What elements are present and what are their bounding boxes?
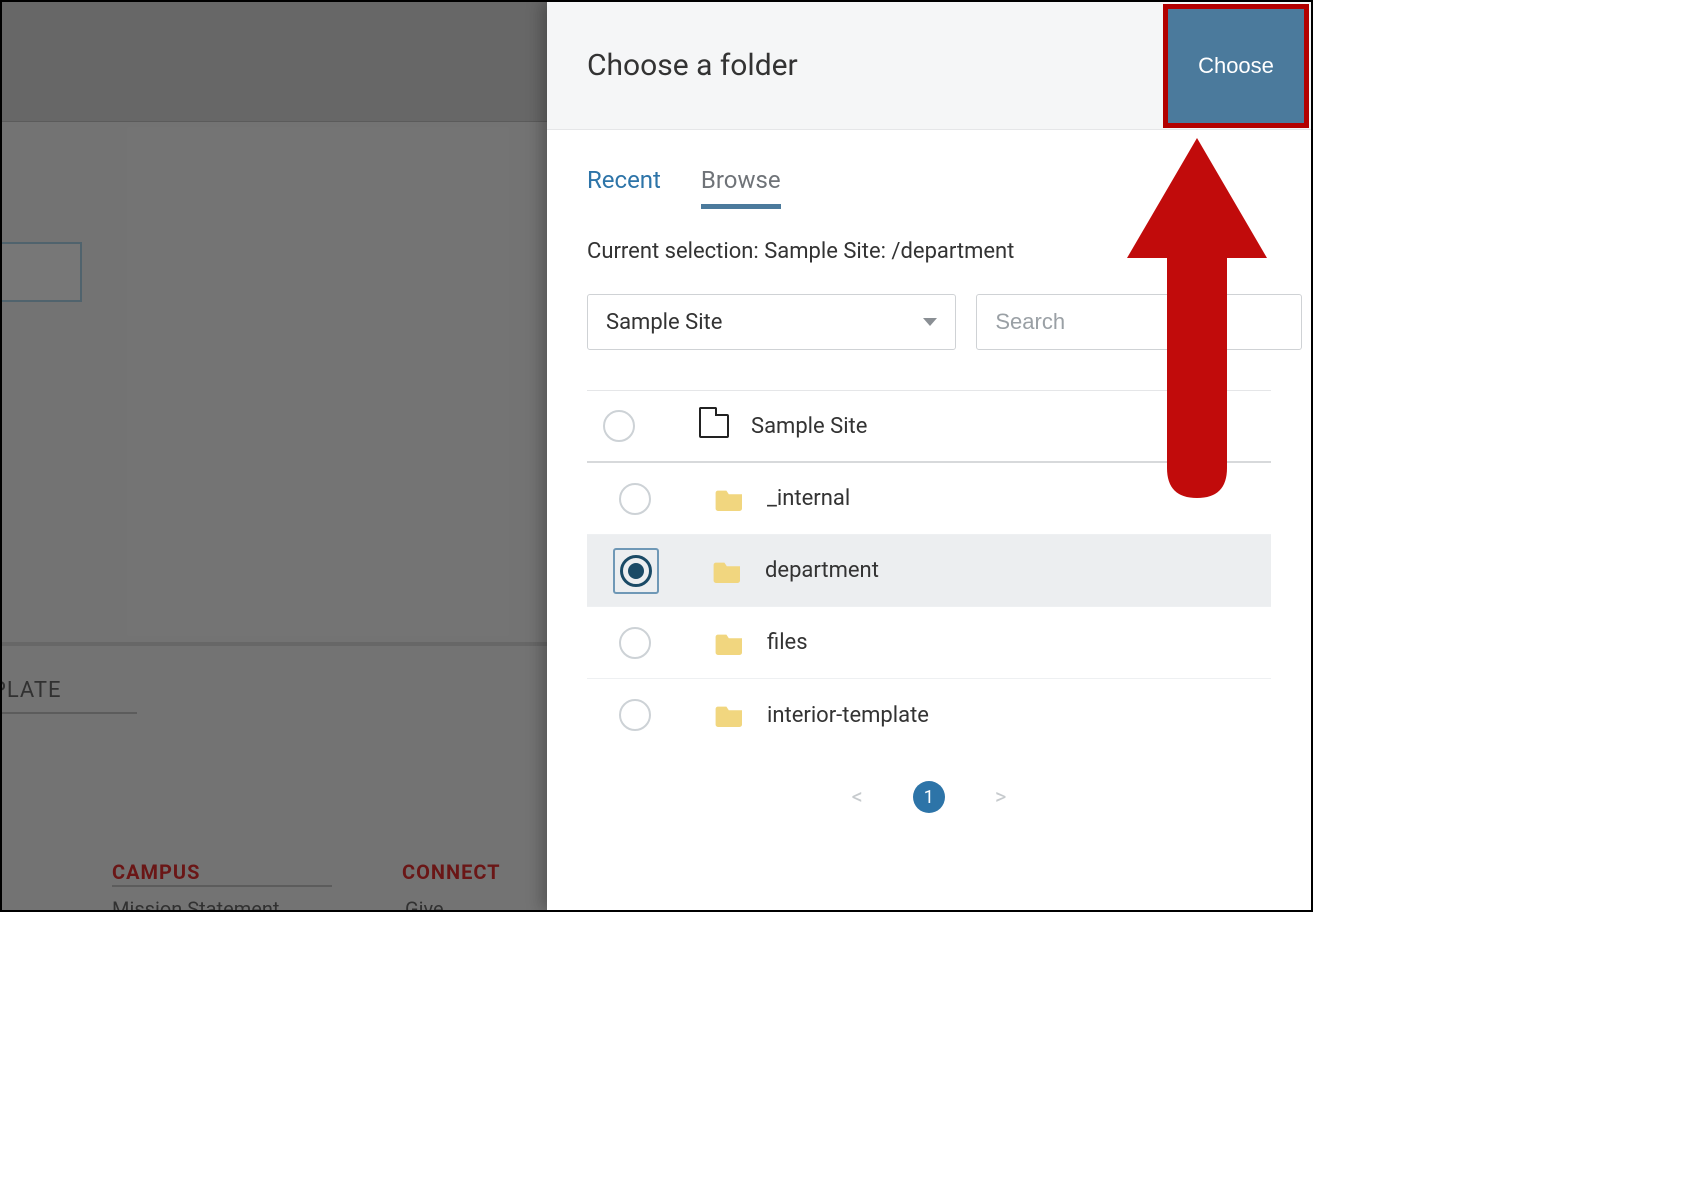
radio-unselected[interactable] <box>619 699 651 731</box>
folder-tree: Sample Site _internal department <box>587 390 1271 751</box>
folder-icon <box>715 631 745 655</box>
folder-icon <box>715 487 745 511</box>
tree-item-label: department <box>765 558 879 583</box>
pager: < 1 > <box>587 781 1271 813</box>
pager-page-1[interactable]: 1 <box>913 781 945 813</box>
tabs: Recent Browse <box>587 166 1271 209</box>
radio-selected-wrap[interactable] <box>613 548 659 594</box>
tree-item-internal[interactable]: _internal <box>587 463 1271 535</box>
site-dropdown[interactable]: Sample Site <box>587 294 956 350</box>
tab-browse[interactable]: Browse <box>701 166 781 209</box>
folder-outline-icon <box>699 414 729 438</box>
pager-next[interactable]: > <box>995 785 1007 810</box>
folder-icon <box>715 703 745 727</box>
tree-item-label: files <box>767 630 808 655</box>
chevron-down-icon <box>923 318 937 326</box>
tree-item-department[interactable]: department <box>587 535 1271 607</box>
current-selection-text: Current selection: Sample Site: /departm… <box>587 239 1271 264</box>
tree-item-label: _internal <box>767 486 850 511</box>
tab-recent[interactable]: Recent <box>587 166 661 209</box>
folder-chooser-panel: Choose a folder Cancel Choose Recent Bro… <box>547 2 1311 910</box>
folder-icon <box>713 559 743 583</box>
tree-root-label: Sample Site <box>751 414 867 439</box>
choose-button-highlight: Choose <box>1163 4 1309 128</box>
site-dropdown-value: Sample Site <box>606 310 722 335</box>
background-overlay <box>2 2 547 910</box>
radio-selected <box>620 555 652 587</box>
choose-button[interactable]: Choose <box>1168 9 1304 123</box>
tree-item-files[interactable]: files <box>587 607 1271 679</box>
search-input[interactable] <box>976 294 1302 350</box>
tree-item-label: interior-template <box>767 703 929 728</box>
tree-item-interior-template[interactable]: interior-template <box>587 679 1271 751</box>
radio-unselected[interactable] <box>619 483 651 515</box>
panel-title: Choose a folder <box>587 48 1147 83</box>
pager-prev[interactable]: < <box>852 785 863 810</box>
radio-unselected[interactable] <box>603 410 635 442</box>
tree-root-row[interactable]: Sample Site <box>587 391 1271 463</box>
radio-unselected[interactable] <box>619 627 651 659</box>
